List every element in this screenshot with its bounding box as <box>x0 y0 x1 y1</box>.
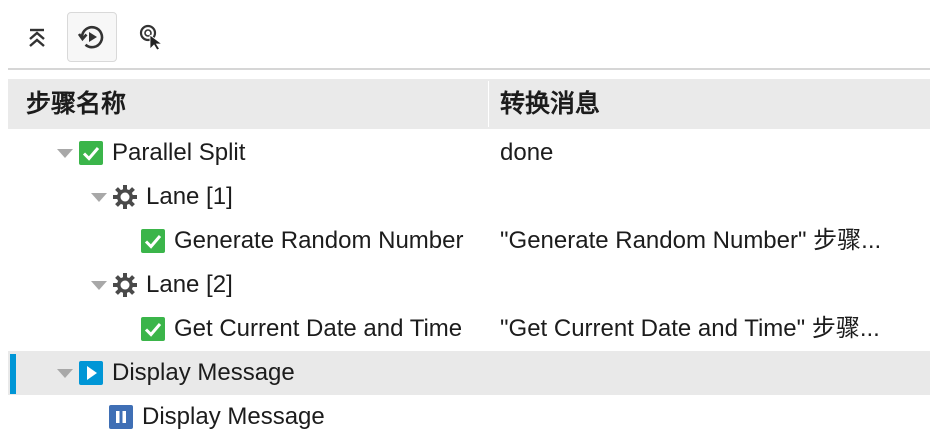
step-label: Display Message <box>112 359 295 386</box>
step-name-cell: Display Message <box>54 351 295 395</box>
play-icon <box>78 360 104 386</box>
check-icon <box>140 316 166 342</box>
column-header-step-name[interactable]: 步骤名称 <box>8 79 488 129</box>
tree-row-lane-1[interactable]: Lane [1] <box>8 175 930 219</box>
transition-message <box>500 395 926 429</box>
transition-message <box>500 175 926 219</box>
column-header-transition-message[interactable]: 转换消息 <box>500 79 920 129</box>
step-name-cell: Get Current Date and Time <box>140 307 462 351</box>
toolbar <box>0 0 930 70</box>
check-icon <box>78 140 104 166</box>
step-label: Parallel Split <box>112 139 246 166</box>
grid-header: 步骤名称 转换消息 <box>8 79 930 129</box>
transition-message: "Get Current Date and Time" 步骤... <box>500 315 880 342</box>
transition-message <box>500 351 926 395</box>
tree-row-generate-random-number[interactable]: Generate Random Number "Generate Random … <box>8 219 930 263</box>
transition-message: done <box>500 139 554 166</box>
pointer-search-button[interactable] <box>127 12 177 62</box>
step-name-cell: Parallel Split <box>54 131 245 175</box>
gear-icon <box>112 184 138 210</box>
tree-row-get-current-date-and-time[interactable]: Get Current Date and Time "Get Current D… <box>8 307 930 351</box>
toolbar-separator <box>8 68 930 70</box>
steps-grid: 步骤名称 转换消息 Parallel Split done Lane [1] G… <box>8 79 930 429</box>
tree-row-display-message[interactable]: Display Message <box>8 351 930 395</box>
step-name-cell: Display Message <box>108 395 325 429</box>
step-name-cell: Lane [1] <box>88 175 233 219</box>
pause-icon <box>108 404 134 429</box>
replay-icon <box>77 25 104 49</box>
expand-caret[interactable] <box>54 363 74 383</box>
transition-message <box>500 263 926 307</box>
tree-row-display-message-step[interactable]: Display Message <box>8 395 930 429</box>
step-name-cell: Generate Random Number <box>140 219 463 263</box>
step-label: Generate Random Number <box>174 227 464 254</box>
selection-indicator <box>10 354 16 394</box>
step-name-cell: Lane [2] <box>88 263 233 307</box>
expand-caret[interactable] <box>88 187 108 207</box>
expand-caret[interactable] <box>88 275 108 295</box>
check-icon <box>140 228 166 254</box>
replay-button[interactable] <box>67 12 117 62</box>
step-label: Lane [1] <box>146 183 233 210</box>
step-label: Display Message <box>142 403 325 429</box>
collapse-all-icon <box>29 28 45 47</box>
step-label: Get Current Date and Time <box>174 315 463 342</box>
tree-row-lane-2[interactable]: Lane [2] <box>8 263 930 307</box>
collapse-all-button[interactable] <box>12 12 62 62</box>
pointer-search-icon <box>139 24 164 51</box>
column-divider[interactable] <box>488 81 489 127</box>
tree-row-parallel-split[interactable]: Parallel Split done <box>8 131 930 175</box>
step-label: Lane [2] <box>146 271 233 298</box>
transition-message: "Generate Random Number" 步骤... <box>500 227 882 254</box>
expand-caret[interactable] <box>54 143 74 163</box>
gear-icon <box>112 272 138 298</box>
